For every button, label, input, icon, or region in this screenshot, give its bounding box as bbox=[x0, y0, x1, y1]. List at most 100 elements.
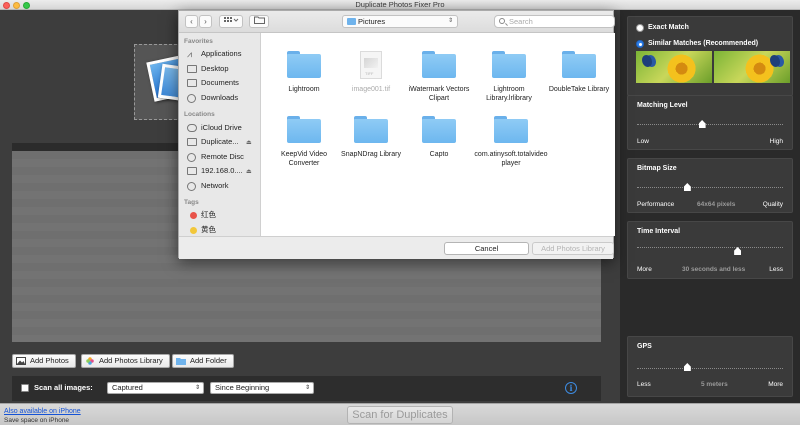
gps-box: GPS Less 5 meters More bbox=[627, 336, 793, 397]
search-placeholder: Search bbox=[509, 17, 533, 26]
iphone-subtitle: Save space on iPhone bbox=[4, 417, 70, 424]
file-item[interactable]: DoubleTake Library bbox=[543, 51, 615, 94]
globe-icon bbox=[187, 182, 196, 191]
disc-icon bbox=[187, 153, 196, 162]
captured-value: Captured bbox=[112, 383, 143, 392]
bitmap-size-knob[interactable] bbox=[683, 183, 691, 191]
time-interval-left: More bbox=[637, 266, 652, 273]
matching-level-high: High bbox=[769, 138, 783, 145]
bottom-bar: Also available on iPhone Save space on i… bbox=[0, 403, 800, 425]
sample-image-1 bbox=[636, 51, 712, 83]
monitor-icon bbox=[187, 167, 197, 175]
file-name: KeepVid Video Converter bbox=[280, 151, 328, 167]
iphone-link[interactable]: Also available on iPhone bbox=[4, 408, 81, 415]
sample-image-2 bbox=[714, 51, 790, 83]
since-value: Since Beginning bbox=[215, 383, 270, 392]
add-photos-library-dialog: ‹ › Pictures ⇕ Search Favorites ⩘ Applic… bbox=[178, 10, 615, 259]
exact-match-radio[interactable] bbox=[636, 24, 644, 32]
eject-icon[interactable]: ⏏ bbox=[246, 139, 252, 146]
cancel-button[interactable]: Cancel bbox=[444, 242, 529, 255]
cloud-icon bbox=[187, 124, 197, 132]
file-item[interactable]: Capto bbox=[403, 116, 475, 159]
time-interval-right: Less bbox=[769, 266, 783, 273]
bitmap-size-box: Bitmap Size Performance 64x64 pixels Qua… bbox=[627, 158, 793, 213]
dialog-search-input[interactable]: Search bbox=[494, 15, 615, 28]
view-options-button[interactable] bbox=[219, 15, 243, 28]
tags-heading: Tags bbox=[184, 199, 199, 206]
applications-icon: ⩘ bbox=[187, 49, 193, 59]
folder-icon bbox=[287, 116, 321, 143]
image-file-icon: TIFF bbox=[360, 51, 382, 79]
file-name: Lightroom Library.lrlibrary bbox=[486, 86, 532, 102]
gps-left: Less bbox=[637, 381, 651, 388]
add-folder-label: Add Folder bbox=[190, 356, 227, 365]
chevron-updown-icon: ⇕ bbox=[194, 385, 200, 391]
scan-options-bar: Scan all images: Captured ⇕ Since Beginn… bbox=[12, 376, 601, 401]
sidebar-item-label: 黄色 bbox=[201, 225, 216, 234]
documents-icon bbox=[187, 79, 197, 87]
matching-level-title: Matching Level bbox=[637, 102, 688, 109]
file-name: Lightroom bbox=[288, 86, 320, 93]
scan-for-duplicates-button[interactable]: Scan for Duplicates bbox=[347, 406, 453, 424]
new-folder-icon bbox=[253, 16, 265, 24]
file-item[interactable]: TIFF image001.tif bbox=[335, 51, 407, 94]
folder-icon bbox=[422, 51, 456, 78]
add-photos-library-label: Add Photos Library bbox=[99, 356, 163, 365]
add-photos-label: Add Photos bbox=[30, 356, 69, 365]
captured-select[interactable]: Captured ⇕ bbox=[107, 382, 204, 394]
search-icon bbox=[499, 18, 505, 24]
location-select[interactable]: Pictures ⇕ bbox=[342, 15, 458, 28]
settings-panel: Exact Match Similar Matches (Recommended… bbox=[620, 10, 800, 403]
since-select[interactable]: Since Beginning ⇕ bbox=[210, 382, 314, 394]
sidebar-item-label: Applications bbox=[201, 49, 242, 58]
locations-heading: Locations bbox=[184, 111, 215, 118]
add-folder-button[interactable]: Add Folder bbox=[172, 354, 234, 368]
time-interval-knob[interactable] bbox=[734, 247, 742, 255]
bitmap-size-slider[interactable] bbox=[637, 187, 783, 188]
title-bar: Duplicate Photos Fixer Pro bbox=[0, 0, 800, 10]
gps-slider[interactable] bbox=[637, 368, 783, 369]
file-item[interactable]: com.atinysoft.totalvideoplayer bbox=[473, 116, 549, 168]
time-interval-value: 30 seconds and less bbox=[682, 266, 746, 273]
file-name: image001.tif bbox=[351, 86, 391, 93]
file-item[interactable]: Lightroom Library.lrlibrary bbox=[473, 51, 545, 103]
bitmap-size-value: 64x64 pixels bbox=[697, 201, 736, 208]
gps-value: 5 meters bbox=[701, 381, 728, 388]
file-name: Capto bbox=[429, 151, 449, 158]
file-item[interactable]: iWatermark Vectors Clipart bbox=[403, 51, 475, 103]
file-name: SnapNDrag Library bbox=[341, 151, 401, 158]
folder-icon bbox=[287, 51, 321, 78]
matching-level-low: Low bbox=[637, 138, 649, 145]
dialog-sidebar: Favorites ⩘ Applications Desktop Documen… bbox=[179, 33, 261, 236]
chevron-updown-icon: ⇕ bbox=[304, 385, 310, 391]
new-folder-button[interactable] bbox=[249, 15, 269, 28]
matching-level-knob[interactable] bbox=[698, 120, 706, 128]
info-icon[interactable]: i bbox=[565, 382, 577, 394]
file-item[interactable]: KeepVid Video Converter bbox=[268, 116, 340, 168]
file-item[interactable]: Lightroom bbox=[268, 51, 340, 94]
sidebar-item-label: 红色 bbox=[201, 210, 216, 219]
scan-all-label: Scan all images: bbox=[34, 383, 93, 392]
location-value: Pictures bbox=[358, 17, 386, 26]
time-interval-slider[interactable] bbox=[637, 247, 783, 248]
favorites-heading: Favorites bbox=[184, 38, 213, 45]
forward-button[interactable]: › bbox=[199, 15, 212, 28]
bitmap-size-title: Bitmap Size bbox=[637, 165, 677, 172]
eject-icon[interactable]: ⏏ bbox=[246, 168, 252, 175]
matching-level-slider[interactable] bbox=[637, 124, 783, 125]
similar-matches-radio[interactable] bbox=[636, 40, 644, 48]
add-photos-library-button[interactable]: Add Photos Library bbox=[81, 354, 170, 368]
sidebar-item-label: Duplicate... bbox=[201, 137, 239, 146]
gps-knob[interactable] bbox=[683, 363, 691, 371]
yellow-tag-icon bbox=[190, 227, 197, 234]
file-item[interactable]: SnapNDrag Library bbox=[335, 116, 407, 159]
folder-icon bbox=[354, 116, 388, 143]
scan-all-checkbox[interactable] bbox=[21, 384, 29, 392]
sidebar-item-label: Remote Disc bbox=[201, 152, 244, 161]
icon-grid-icon bbox=[224, 17, 239, 22]
red-tag-icon bbox=[190, 212, 197, 219]
confirm-add-library-button[interactable]: Add Photos Library bbox=[532, 242, 614, 255]
bitmap-size-right: Quality bbox=[762, 201, 783, 208]
back-button[interactable]: ‹ bbox=[185, 15, 198, 28]
add-photos-button[interactable]: Add Photos bbox=[12, 354, 76, 368]
